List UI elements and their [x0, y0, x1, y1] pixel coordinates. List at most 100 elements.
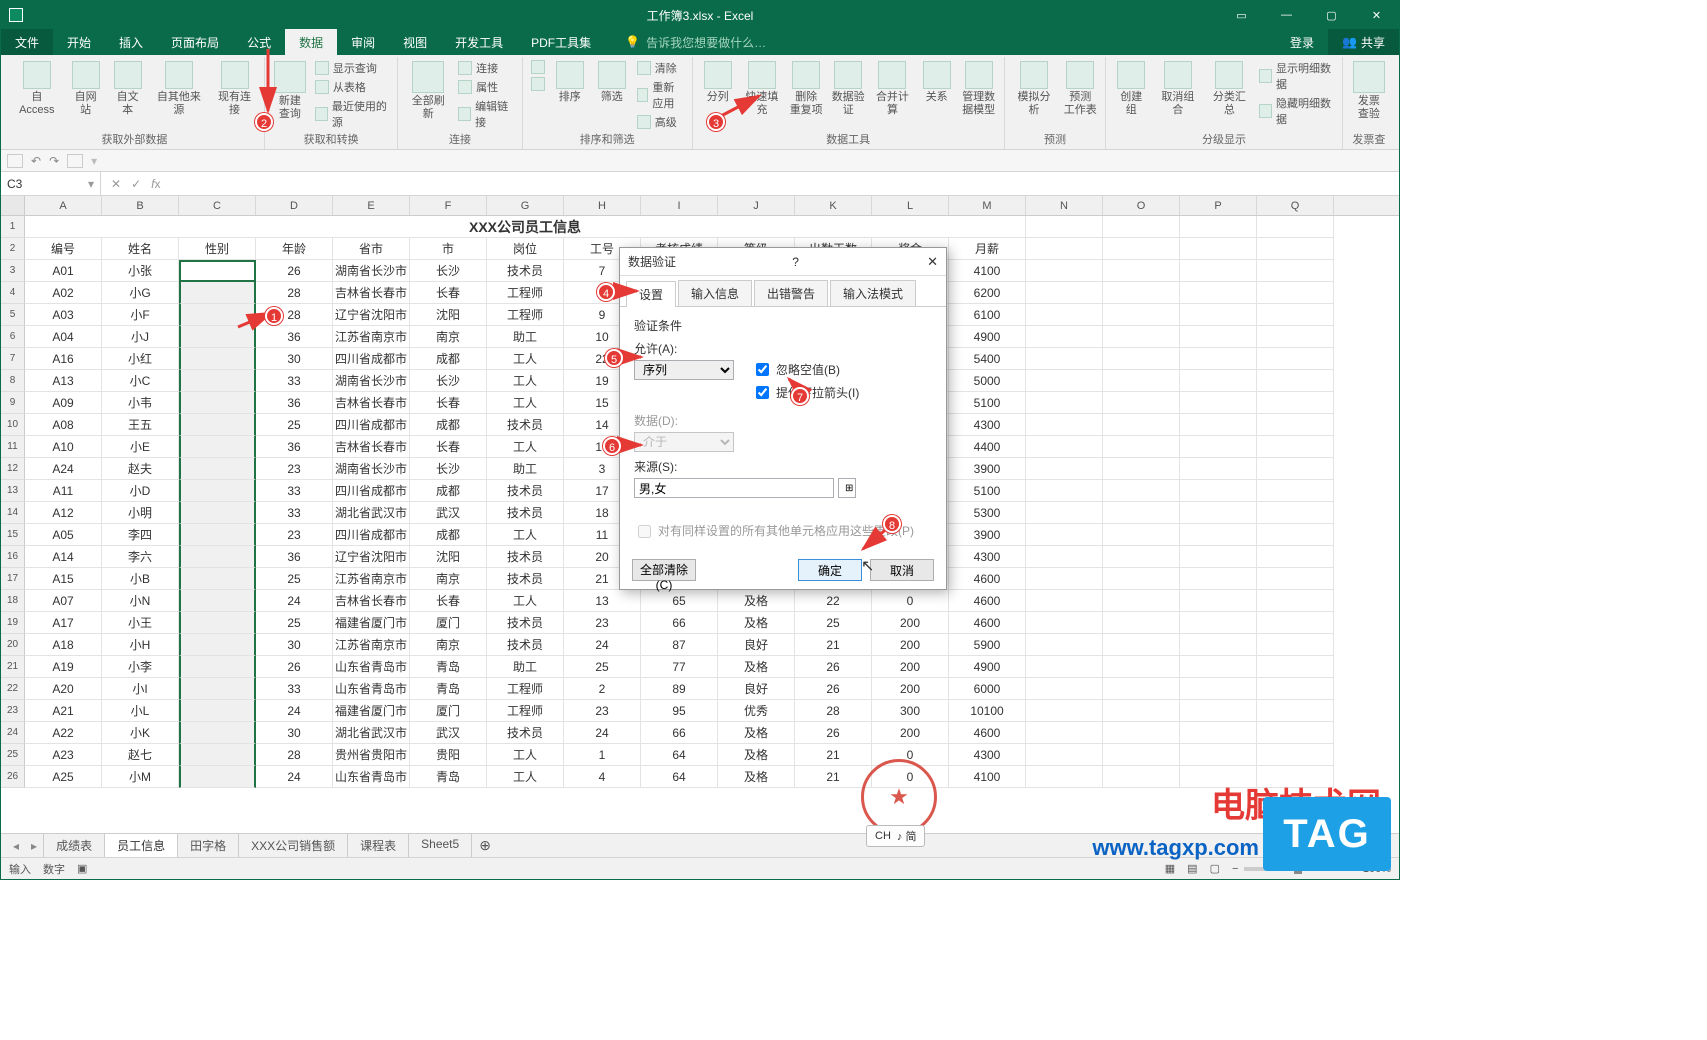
cell[interactable]	[1180, 524, 1257, 546]
cell[interactable]: 4600	[949, 568, 1026, 590]
tab-formula[interactable]: 公式	[233, 29, 285, 55]
cell[interactable]: 30	[256, 348, 333, 370]
cell[interactable]: 及格	[718, 590, 795, 612]
col-header-H[interactable]: H	[564, 196, 641, 215]
cell[interactable]: 33	[256, 502, 333, 524]
cell[interactable]: 小D	[102, 480, 179, 502]
row-header-7[interactable]: 7	[1, 348, 25, 370]
cell[interactable]: 小F	[102, 304, 179, 326]
row-header-1[interactable]: 1	[1, 216, 25, 238]
btn-new-query[interactable]: 新建 查询	[271, 59, 309, 123]
btn-advanced-filter[interactable]: 高级	[635, 113, 686, 131]
cell[interactable]	[179, 282, 256, 304]
cell[interactable]: 技术员	[487, 502, 564, 524]
cell[interactable]	[179, 458, 256, 480]
cell[interactable]: 助工	[487, 458, 564, 480]
cell[interactable]: 4600	[949, 612, 1026, 634]
cell[interactable]: 4300	[949, 546, 1026, 568]
cell[interactable]: 沈阳	[410, 546, 487, 568]
cell[interactable]: 吉林省长春市	[333, 392, 410, 414]
btn-filter[interactable]: 筛选	[593, 59, 631, 106]
cell[interactable]: 及格	[718, 766, 795, 788]
cell[interactable]: 25	[256, 414, 333, 436]
cell[interactable]: 及格	[718, 656, 795, 678]
cell[interactable]: A18	[25, 634, 102, 656]
cell[interactable]: 200	[872, 656, 949, 678]
cell[interactable]: 南京	[410, 568, 487, 590]
cell[interactable]	[1026, 414, 1103, 436]
cell[interactable]: 4300	[949, 744, 1026, 766]
cell[interactable]: 87	[641, 634, 718, 656]
col-header-N[interactable]: N	[1026, 196, 1103, 215]
cell[interactable]	[1026, 326, 1103, 348]
cell[interactable]	[1180, 370, 1257, 392]
cell[interactable]: A05	[25, 524, 102, 546]
cell[interactable]	[1026, 348, 1103, 370]
cell[interactable]: 4900	[949, 656, 1026, 678]
cell[interactable]	[1026, 634, 1103, 656]
allow-select[interactable]: 序列	[634, 360, 734, 380]
cell[interactable]	[1257, 260, 1334, 282]
cell[interactable]: 小H	[102, 634, 179, 656]
cell[interactable]: 小B	[102, 568, 179, 590]
cell[interactable]	[1026, 568, 1103, 590]
col-header-M[interactable]: M	[949, 196, 1026, 215]
row-header-21[interactable]: 21	[1, 656, 25, 678]
cell[interactable]	[1026, 766, 1103, 788]
cell[interactable]: 成都	[410, 414, 487, 436]
cell[interactable]: 成都	[410, 524, 487, 546]
cell[interactable]	[1103, 392, 1180, 414]
cell[interactable]	[179, 766, 256, 788]
cell[interactable]: 24	[256, 766, 333, 788]
cell[interactable]: 优秀	[718, 700, 795, 722]
cell[interactable]	[1103, 766, 1180, 788]
cell[interactable]	[1257, 348, 1334, 370]
cell[interactable]: 武汉	[410, 502, 487, 524]
cell[interactable]	[1180, 304, 1257, 326]
cell[interactable]	[179, 436, 256, 458]
cell[interactable]: 王五	[102, 414, 179, 436]
cell[interactable]: 南京	[410, 326, 487, 348]
cell[interactable]: 26	[795, 678, 872, 700]
cell[interactable]: 长沙	[410, 458, 487, 480]
tell-me-search[interactable]: 💡告诉我您想要做什么…	[625, 29, 766, 55]
row-header-3[interactable]: 3	[1, 260, 25, 282]
cell[interactable]: 湖北省武汉市	[333, 502, 410, 524]
cell[interactable]: 小李	[102, 656, 179, 678]
cell[interactable]	[1180, 612, 1257, 634]
cell[interactable]: 工人	[487, 590, 564, 612]
cell[interactable]: 湖南省长沙市	[333, 370, 410, 392]
row-header-11[interactable]: 11	[1, 436, 25, 458]
cell[interactable]: 工人	[487, 348, 564, 370]
cell[interactable]: 2	[564, 678, 641, 700]
sheet-tab[interactable]: Sheet5	[408, 833, 472, 859]
cell[interactable]: 山东省青岛市	[333, 656, 410, 678]
cell[interactable]: 赵七	[102, 744, 179, 766]
cell[interactable]: A08	[25, 414, 102, 436]
cell[interactable]: 小红	[102, 348, 179, 370]
cell[interactable]: 小J	[102, 326, 179, 348]
zoom-out-icon[interactable]: −	[1232, 863, 1238, 875]
cell[interactable]	[1103, 414, 1180, 436]
cell[interactable]: 6100	[949, 304, 1026, 326]
cell[interactable]: 良好	[718, 634, 795, 656]
cell-empty[interactable]	[1257, 216, 1334, 238]
cell[interactable]	[179, 590, 256, 612]
tab-home[interactable]: 开始	[53, 29, 105, 55]
cell[interactable]: 辽宁省沈阳市	[333, 304, 410, 326]
cell[interactable]	[1180, 282, 1257, 304]
cell-empty[interactable]	[1103, 216, 1180, 238]
cell[interactable]: 技术员	[487, 612, 564, 634]
header-cell[interactable]: 市	[410, 238, 487, 260]
share-button[interactable]: 👥共享	[1328, 29, 1399, 55]
cell[interactable]	[1026, 370, 1103, 392]
cell[interactable]: 助工	[487, 656, 564, 678]
header-cell[interactable]: 月薪	[949, 238, 1026, 260]
cell[interactable]	[1257, 546, 1334, 568]
cell[interactable]: 25	[564, 656, 641, 678]
cell[interactable]	[1103, 260, 1180, 282]
cell[interactable]: 长春	[410, 282, 487, 304]
cell[interactable]	[1103, 634, 1180, 656]
cell[interactable]: 及格	[718, 722, 795, 744]
cell[interactable]: 3900	[949, 524, 1026, 546]
